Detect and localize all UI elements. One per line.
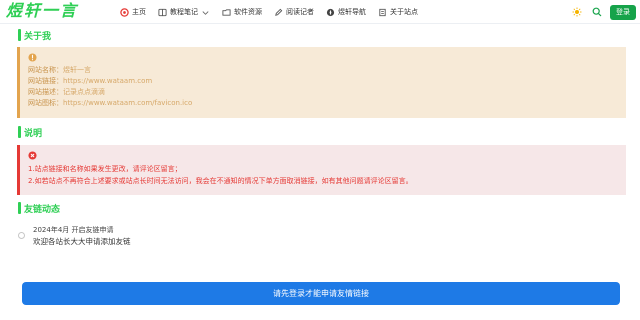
pen-icon bbox=[275, 8, 283, 16]
sun-icon bbox=[572, 7, 582, 17]
chevron-down-icon bbox=[202, 10, 209, 15]
nav-label: 主页 bbox=[132, 8, 146, 16]
dynamics-timeline: 2024年4月 开启友链申请 欢迎各站长大大申请添加友链 bbox=[18, 221, 626, 251]
favicon-link[interactable]: https://www.wataam.com/favicon.ico bbox=[63, 99, 192, 107]
nav-item-about[interactable]: 关于站点 bbox=[372, 5, 424, 19]
site-url-link[interactable]: https://www.wataam.com bbox=[63, 77, 152, 85]
folder-icon bbox=[222, 8, 231, 16]
search-button[interactable] bbox=[590, 5, 604, 19]
nav-label: 关于站点 bbox=[390, 8, 418, 16]
error-icon bbox=[28, 151, 37, 160]
search-icon bbox=[592, 7, 602, 17]
info-icon bbox=[379, 8, 386, 16]
timeline-text: 欢迎各站长大大申请添加友链 bbox=[33, 237, 131, 246]
about-line-icon: 网站图标：https://www.wataam.com/favicon.ico bbox=[28, 99, 193, 107]
section-title-dynamics: 友链动态 bbox=[14, 199, 626, 217]
about-line-url: 网站链接：https://www.wataam.com bbox=[28, 77, 153, 85]
nav-item-software[interactable]: 软件资源 bbox=[216, 5, 268, 19]
notice-line: 1.站点链接和名称如果发生更改，请评论区留言； bbox=[28, 165, 182, 173]
theme-toggle-button[interactable] bbox=[570, 5, 584, 19]
nav-label: 教程笔记 bbox=[170, 8, 198, 16]
nav-item-home[interactable]: 主页 bbox=[114, 5, 152, 19]
warning-icon bbox=[28, 53, 37, 62]
notice-card: 1.站点链接和名称如果发生更改，请评论区留言； 2.如若站点不再符合上述要求或站… bbox=[17, 145, 626, 195]
home-icon bbox=[120, 7, 129, 17]
nav-item-reading[interactable]: 阅读记者 bbox=[268, 5, 320, 19]
header-actions: 登录 bbox=[570, 4, 640, 20]
nav-item-notes[interactable]: 教程笔记 bbox=[152, 5, 216, 19]
apply-link-button[interactable]: 请先登录才能申请友情链接 bbox=[22, 282, 620, 305]
about-line-desc: 网站描述：记录点点滴滴 bbox=[28, 88, 105, 96]
nav-item-navigation[interactable]: 煜轩导航 bbox=[320, 5, 372, 19]
timeline-date: 2024年4月 开启友链申请 bbox=[33, 226, 114, 234]
about-line-name: 网站名称：煜轩一言 bbox=[28, 66, 91, 74]
nav-label: 煜轩导航 bbox=[338, 8, 366, 16]
site-logo[interactable]: 煜轩一言 bbox=[6, 0, 78, 22]
timeline-dot bbox=[18, 232, 25, 239]
section-title-about: 关于我 bbox=[14, 26, 626, 44]
notice-line: 2.如若站点不再符合上述要求或站点长时间无法访问，我会在不通知的情况下单方面取消… bbox=[28, 177, 413, 185]
book-icon bbox=[158, 8, 167, 16]
main-nav: 主页 教程笔记 软件资源 阅读记者 煜轩导航 关于站点 bbox=[114, 5, 424, 19]
main-content: 关于我 网站名称：煜轩一言 网站链接：https://www.wataam.co… bbox=[14, 26, 626, 251]
compass-icon bbox=[326, 8, 335, 16]
section-title-notice: 说明 bbox=[14, 123, 626, 141]
about-card: 网站名称：煜轩一言 网站链接：https://www.wataam.com 网站… bbox=[17, 47, 626, 118]
top-navbar: 煜轩一言 主页 教程笔记 软件资源 阅读记者 煜轩导航 关于站点 登录 bbox=[0, 0, 640, 24]
nav-label: 阅读记者 bbox=[286, 8, 314, 16]
login-button[interactable]: 登录 bbox=[610, 4, 636, 20]
nav-label: 软件资源 bbox=[234, 8, 262, 16]
